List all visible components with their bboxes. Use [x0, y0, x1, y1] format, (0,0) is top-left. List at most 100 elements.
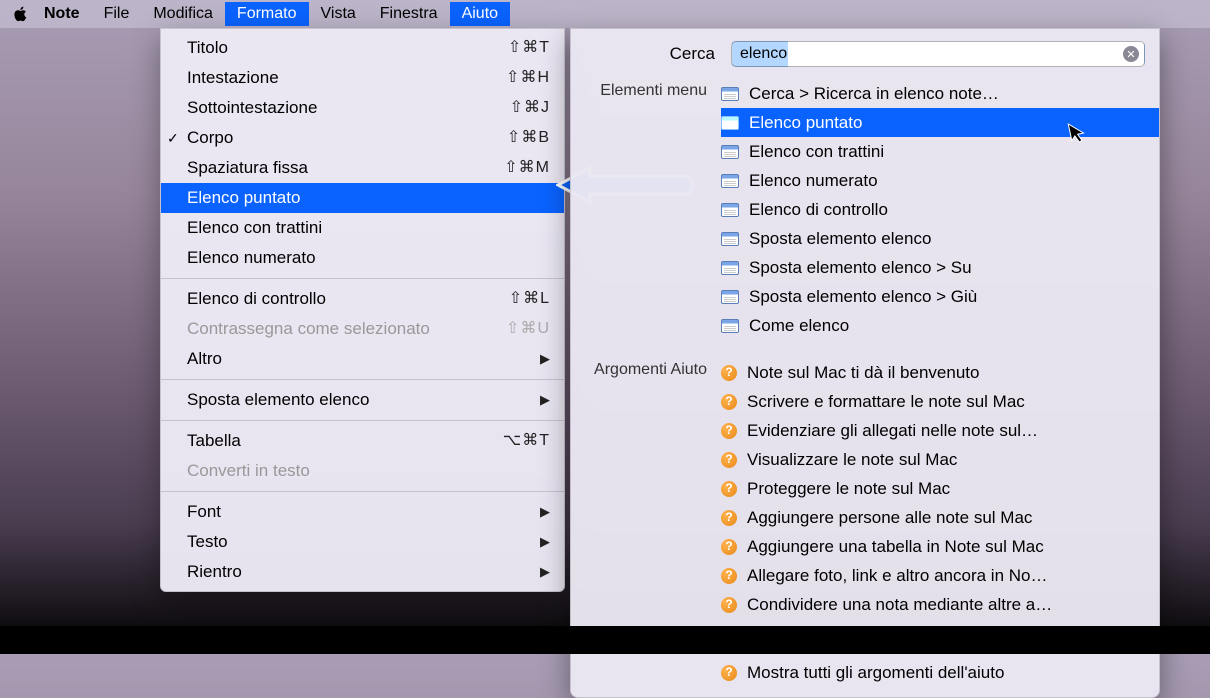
formato-item[interactable]: ✓Corpo⇧⌘B: [161, 123, 564, 153]
help-topic-item[interactable]: ?Condividere una nota mediante altre a…: [721, 590, 1159, 619]
help-topic-label: Proteggere le note sul Mac: [747, 476, 950, 501]
menu-item-icon: [721, 87, 739, 101]
help-topic-label: Aggiungere persone alle note sul Mac: [747, 505, 1032, 530]
formato-item[interactable]: Intestazione⇧⌘H: [161, 63, 564, 93]
menu-item-icon: [721, 261, 739, 275]
formato-item[interactable]: Spaziatura fissa⇧⌘M: [161, 153, 564, 183]
shortcut-label: ⌥⌘T: [503, 428, 550, 454]
shortcut-label: ⇧⌘J: [510, 95, 550, 121]
formato-item[interactable]: Font▶: [161, 497, 564, 527]
formato-item[interactable]: Sposta elemento elenco▶: [161, 385, 564, 415]
help-menu-item[interactable]: Come elenco: [721, 311, 1159, 340]
menubar-app-name[interactable]: Note: [32, 2, 92, 26]
help-show-all[interactable]: ? Mostra tutti gli argomenti dell'aiuto: [721, 658, 1159, 687]
menubar-file[interactable]: File: [92, 2, 142, 26]
menu-item-label: Rientro: [187, 559, 540, 585]
shortcut-label: ⇧⌘M: [504, 155, 550, 181]
menu-items-label: Elementi menu: [571, 79, 721, 100]
shortcut-label: ⇧⌘L: [509, 286, 550, 312]
menu-item-icon: [721, 319, 739, 333]
submenu-arrow-icon: ▶: [540, 529, 550, 555]
menu-item-label: Contrassegna come selezionato: [187, 316, 506, 342]
bottom-bar: [0, 626, 1210, 654]
check-icon: ✓: [167, 125, 179, 151]
menu-separator: [161, 379, 564, 380]
menu-item-icon: [721, 203, 739, 217]
help-topic-icon: ?: [721, 365, 737, 381]
menu-item-label: Converti in testo: [187, 458, 550, 484]
help-menu-item-label: Cerca > Ricerca in elenco note…: [749, 81, 999, 106]
help-topic-item[interactable]: ?Allegare foto, link e altro ancora in N…: [721, 561, 1159, 590]
menu-item-label: Altro: [187, 346, 540, 372]
help-topics-label: Argomenti Aiuto: [571, 358, 721, 379]
formato-item[interactable]: Testo▶: [161, 527, 564, 557]
menu-item-label: Corpo: [187, 125, 507, 151]
search-label: Cerca: [585, 44, 715, 64]
formato-item[interactable]: Titolo⇧⌘T: [161, 33, 564, 63]
help-topic-item[interactable]: ? Aggiungere persone alle note sul Mac: [721, 503, 1159, 532]
menubar-vista[interactable]: Vista: [309, 2, 368, 26]
menubar-modifica[interactable]: Modifica: [141, 2, 225, 26]
menu-separator: [161, 278, 564, 279]
formato-item[interactable]: Elenco con trattini: [161, 213, 564, 243]
help-show-all-label: Mostra tutti gli argomenti dell'aiuto: [747, 660, 1004, 685]
formato-item: Contrassegna come selezionato⇧⌘U: [161, 314, 564, 344]
formato-menu: Titolo⇧⌘TIntestazione⇧⌘HSottointestazion…: [160, 28, 565, 592]
help-topic-icon: ?: [721, 423, 737, 439]
help-menu-item[interactable]: Sposta elemento elenco > Giù: [721, 282, 1159, 311]
menubar-finestra[interactable]: Finestra: [368, 2, 450, 26]
help-panel: Cerca ✕ Elementi menu Cerca > Ricerca in…: [570, 28, 1160, 698]
help-search-input[interactable]: [731, 41, 1145, 67]
menu-item-label: Elenco di controllo: [187, 286, 509, 312]
menu-separator: [161, 420, 564, 421]
menu-item-label: Elenco puntato: [187, 185, 550, 211]
help-topic-item[interactable]: ?Aggiungere una tabella in Note sul Mac: [721, 532, 1159, 561]
apple-menu[interactable]: [10, 6, 32, 22]
formato-item[interactable]: Altro▶: [161, 344, 564, 374]
help-topic-icon: ?: [721, 510, 737, 526]
help-topic-label: Scrivere e formattare le note sul Mac: [747, 389, 1025, 414]
formato-item[interactable]: Sottointestazione⇧⌘J: [161, 93, 564, 123]
help-topic-icon: ?: [721, 665, 737, 681]
help-menu-item-label: Elenco con trattini: [749, 139, 884, 164]
help-menu-item[interactable]: Cerca > Ricerca in elenco note…: [721, 79, 1159, 108]
submenu-arrow-icon: ▶: [540, 499, 550, 525]
help-menu-item-label: Elenco di controllo: [749, 197, 888, 222]
menu-separator: [161, 491, 564, 492]
help-topic-icon: ?: [721, 452, 737, 468]
menu-item-label: Spaziatura fissa: [187, 155, 504, 181]
help-topic-item[interactable]: ?Proteggere le note sul Mac: [721, 474, 1159, 503]
formato-item[interactable]: Rientro▶: [161, 557, 564, 587]
submenu-arrow-icon: ▶: [540, 346, 550, 372]
formato-item[interactable]: Elenco di controllo⇧⌘L: [161, 284, 564, 314]
menu-item-icon: [721, 145, 739, 159]
menubar-formato[interactable]: Formato: [225, 2, 309, 26]
formato-item[interactable]: Elenco puntato: [161, 183, 564, 213]
shortcut-label: ⇧⌘H: [506, 65, 550, 91]
help-topic-item[interactable]: ?Note sul Mac ti dà il benvenuto: [721, 358, 1159, 387]
help-menu-item-label: Elenco numerato: [749, 168, 878, 193]
menubar-aiuto[interactable]: Aiuto: [450, 2, 510, 26]
clear-search-icon[interactable]: ✕: [1123, 46, 1139, 62]
formato-item[interactable]: Elenco numerato: [161, 243, 564, 273]
help-menu-item[interactable]: Elenco di controllo: [721, 195, 1159, 224]
formato-item[interactable]: Tabella⌥⌘T: [161, 426, 564, 456]
submenu-arrow-icon: ▶: [540, 559, 550, 585]
help-menu-item-label: Sposta elemento elenco: [749, 226, 931, 251]
help-topic-label: Visualizzare le note sul Mac: [747, 447, 957, 472]
help-topic-item[interactable]: ?Evidenziare gli allegati nelle note sul…: [721, 416, 1159, 445]
submenu-arrow-icon: ▶: [540, 387, 550, 413]
help-topic-item[interactable]: ? Scrivere e formattare le note sul Mac: [721, 387, 1159, 416]
help-menu-item[interactable]: Sposta elemento elenco > Su: [721, 253, 1159, 282]
help-menu-item[interactable]: Elenco puntato: [721, 108, 1159, 137]
help-menu-item[interactable]: Elenco numerato: [721, 166, 1159, 195]
help-menu-item-label: Come elenco: [749, 313, 849, 338]
help-menu-item[interactable]: Elenco con trattini: [721, 137, 1159, 166]
help-topic-icon: ?: [721, 394, 737, 410]
help-menu-item[interactable]: Sposta elemento elenco: [721, 224, 1159, 253]
help-topic-label: Allegare foto, link e altro ancora in No…: [747, 563, 1048, 588]
menu-item-label: Elenco numerato: [187, 245, 550, 271]
help-topic-item[interactable]: ? Visualizzare le note sul Mac: [721, 445, 1159, 474]
help-topic-label: Aggiungere una tabella in Note sul Mac: [747, 534, 1044, 559]
menu-item-label: Titolo: [187, 35, 508, 61]
